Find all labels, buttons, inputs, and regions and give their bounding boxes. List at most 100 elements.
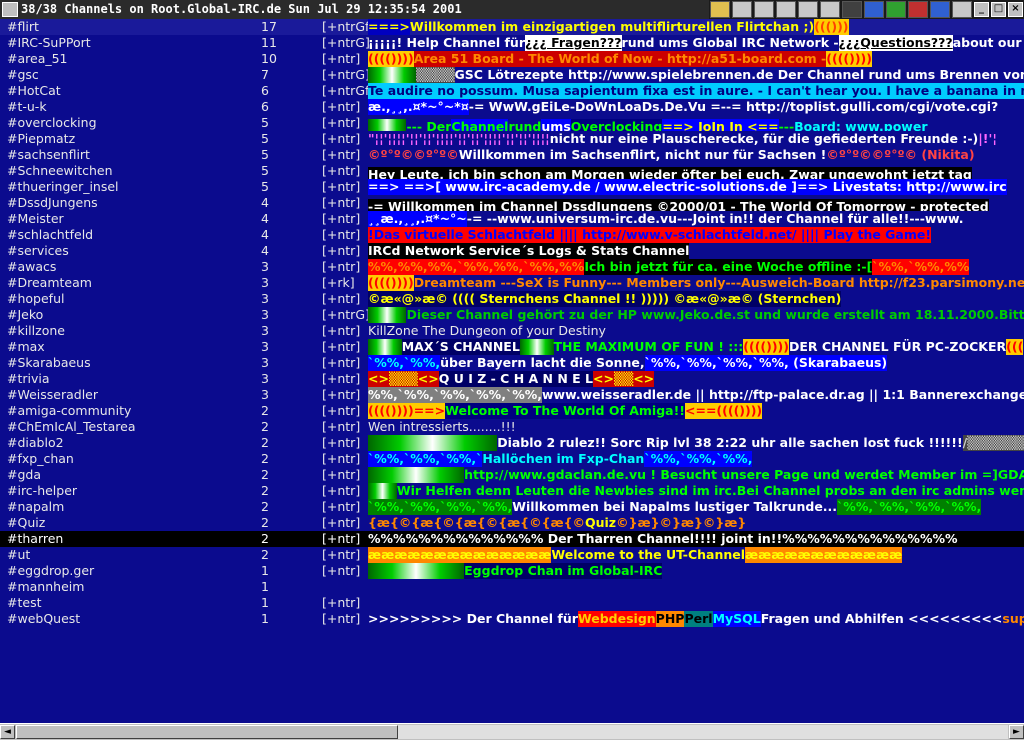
channel-row[interactable]: #ut 2 [+ntr] ææææææææææææææ Welcome to the … (0, 547, 1024, 563)
user-count: 3 (261, 323, 269, 338)
channel-name: #sachsenflirt (7, 147, 90, 162)
close-button[interactable]: × (1008, 2, 1023, 17)
channel-row[interactable]: #amiga-community 2 [+ntr] (((())))==> Welco… (0, 403, 1024, 419)
window-icon[interactable] (952, 1, 972, 18)
channel-row[interactable]: #irc-helper 2 [+ntr] ▒▒▒ Wir Helfen denn Le… (0, 483, 1024, 499)
channel-row[interactable]: #test 1 [+ntr] (0, 595, 1024, 611)
channel-row[interactable]: #Schneewitchen 5 [+ntr] Hey Leute, ich bin… (0, 163, 1024, 179)
channel-row[interactable]: #HotCat 6 [+ntrGf] Te audire no possum. Mu… (0, 83, 1024, 99)
topic-segment: ©}æ}©}æ}©}æ} (616, 515, 747, 530)
title-bar[interactable]: 38/38 Channels on Root.Global-IRC.de Sun… (0, 0, 1024, 19)
user-count: 3 (261, 291, 269, 306)
topic-segment: ▒▒▒▒ (416, 67, 455, 83)
channel-topic (368, 579, 1024, 595)
channel-modes: [+rk] (322, 275, 355, 290)
user-count: 17 (261, 19, 277, 34)
user-count: 3 (261, 259, 269, 274)
edit-icon[interactable] (820, 1, 840, 18)
topic-segment: rund (508, 119, 542, 131)
maximize-button[interactable]: □ (991, 2, 1006, 17)
channel-modes: [+ntr] (322, 435, 361, 450)
channel-row[interactable]: #DssdJungens 4 [+ntr] -= Willkommen im Cha… (0, 195, 1024, 211)
channel-row[interactable]: #schlachtfeld 4 [+ntr] !Das virtuelle Schla… (0, 227, 1024, 243)
topic-segment: |!'¦ (978, 131, 997, 146)
topic-segment: MySQL (712, 611, 761, 627)
topic-segment: IRCd Network Service´s Logs & Stats Chan… (368, 243, 690, 259)
channel-row[interactable]: #mannheim 1 (0, 579, 1024, 595)
check-icon[interactable] (754, 1, 774, 18)
channel-row[interactable]: #ChEmIcAl_Testarea 2 [+ntr] Wen intressiert… (0, 419, 1024, 435)
scroll-thumb[interactable] (16, 725, 398, 739)
excel-icon[interactable] (886, 1, 906, 18)
topic-segment: Area 51 Board - The World of Now - http:… (413, 51, 827, 67)
channel-topic: [▒▒▒ MAX´S CHANNEL ▒▒▒] THE MAXIMUM OF F… (368, 339, 1024, 355)
channel-row[interactable]: #webQuest 1 [+ntr] >>>>>>>>> Der Channel f… (0, 611, 1024, 627)
channel-row[interactable]: #awacs 3 [+ntr] %%,%%,%%,`%%,%%,`%%,%%Ich b… (0, 259, 1024, 275)
channel-row[interactable]: #Quiz 2 [+ntr] {æ{©{æ{©{æ{©{æ{©{æ{© Quiz ©}… (0, 515, 1024, 531)
channel-row[interactable]: #killzone 3 [+ntr] KillZone The Dungeon of … (0, 323, 1024, 339)
scroll-left-arrow-icon[interactable]: ◄ (0, 725, 15, 739)
topic-segment: ▒▒▒▒▒ (368, 67, 417, 83)
channel-row[interactable]: #thueringer_insel 5 [+ntr] ==> ==>[ www.ir… (0, 179, 1024, 195)
channel-row[interactable]: #fxp_chan 2 [+ntr] `%%,`%%,`%%,` Hallöchen … (0, 451, 1024, 467)
channel-modes: [+ntr] (322, 147, 361, 162)
channel-row[interactable]: #napalm 2 [+ntr] `%%,`%%,`%%,`%%, Willkomme… (0, 499, 1024, 515)
topic-segment: Willkommen im einzigartigen multiflirtur… (409, 19, 815, 34)
channel-topic: KillZone The Dungeon of your Destiny (368, 323, 1024, 339)
channel-row[interactable]: #Meister 4 [+ntr] ¸¸æ.,¸¸,.¤*~°~ -= --www.… (0, 211, 1024, 227)
channel-row[interactable]: #Piepmatz 5 [+ntr] "¦¦'¦¦¦¦'¦¦'¦¦'¦¦¦¦'¦¦'¦… (0, 131, 1024, 147)
channel-row[interactable]: #Skarabaeus 3 [+ntr] `%%,`%%, über Bayern l… (0, 355, 1024, 371)
list-icon[interactable] (776, 1, 796, 18)
channel-row[interactable]: #services 4 [+ntr] IRCd Network Service´s … (0, 243, 1024, 259)
channel-row[interactable]: #Dreamteam 3 [+rk] (((()))) Dreamteam ---Se… (0, 275, 1024, 291)
channel-row[interactable]: #tharren 2 [+ntr] %%%%%%%%%%%%%% Der Tharre… (0, 531, 1024, 547)
topic-segment: `%%,`%%,`%%, (644, 451, 753, 467)
horizontal-scrollbar[interactable]: ◄ ► (0, 723, 1024, 740)
user-count: 4 (261, 227, 269, 242)
channel-row[interactable]: #Weisseradler 3 [+ntr] %%,`%%,`%%,`%%,`%%, … (0, 387, 1024, 403)
document-icon[interactable] (798, 1, 818, 18)
user-count: 3 (261, 355, 269, 370)
channel-row[interactable]: #gda 2 [+ntr] ▒▒▒▒▒▒▒▒▒▒ http://www.gdaclan… (0, 467, 1024, 483)
topic-segment: Willkommen im Sachsenflirt, nicht nur fü… (458, 147, 827, 162)
channel-modes: [+ntr] (322, 595, 361, 610)
explorer-icon[interactable] (908, 1, 928, 18)
chart-icon[interactable] (842, 1, 862, 18)
scroll-track[interactable] (398, 725, 1008, 739)
topic-segment: ums (541, 119, 571, 131)
channel-row[interactable]: #flirt 17 [+ntrGf] ===> Willkommen im einzi… (0, 19, 1024, 35)
word-icon[interactable] (864, 1, 884, 18)
channel-row[interactable]: #overclocking 5 [+ntr] ▒▒▒▒ --- Der Channel… (0, 115, 1024, 131)
channel-row[interactable]: #area_51 10 [+ntr] (((()))) Area 51 Board -… (0, 51, 1024, 67)
system-menu-icon[interactable] (2, 2, 18, 17)
topic-segment: (((()))) (743, 339, 789, 355)
channel-row[interactable]: #sachsenflirt 5 [+ntr] ©º°º©©º°º© Willkomme… (0, 147, 1024, 163)
channel-name: #mannheim (7, 579, 85, 594)
channel-topic: ©æ«@»æ© (((( Sternchens Channel !! )))))… (368, 291, 1024, 307)
channel-modes: [+ntr] (322, 371, 361, 386)
channel-row[interactable]: #IRC-SuPPort 11 [+ntrG] ¡¡¡¡¡! Help Channel… (0, 35, 1024, 51)
channel-row[interactable]: #gsc7[+ntrG]▒▒▒▒▒▒▒▒▒ GSC Lötrezepte htt… (0, 67, 1024, 83)
folder-icon[interactable] (710, 1, 730, 18)
topic-segment: Willkommen bei Napalms lustiger Talkrund… (512, 499, 838, 514)
topic-segment: [▒▒▒ (368, 339, 402, 355)
channel-modes: [+ntrG] (322, 67, 370, 82)
topic-segment: Quiz (584, 515, 617, 530)
channel-modes: [+ntr] (322, 291, 361, 306)
channel-topic: ▒▒▒ Wir Helfen denn Leuten die Newbies s… (368, 483, 1024, 499)
channel-row[interactable]: #t-u-k 6 [+ntr] æ.,¸¸,.¤*~°~*¤ -= WwW.gEiL… (0, 99, 1024, 115)
channel-row[interactable]: #diablo2 2 [+ntr] ▒▒▒▒▒▒▒▒▒▒▒▒▒\ Diablo 2 r… (0, 435, 1024, 451)
channel-name: #thueringer_insel (7, 179, 119, 194)
minimize-button[interactable]: _ (974, 2, 989, 17)
scroll-right-arrow-icon[interactable]: ► (1009, 725, 1024, 739)
channel-row[interactable]: #trivia 3 [+ntr] <>▒▒▒<> Q U I Z - C H A N … (0, 371, 1024, 387)
channel-row[interactable]: #Jeko 3 [+ntrG]▒▒▒▒Dieser Channel gehört z… (0, 307, 1024, 323)
channel-row[interactable]: #eggdrop.ger 1 [+ntr] ▒▒▒▒▒▒▒▒▒▒ Eggdrop Ch… (0, 563, 1024, 579)
channel-modes: [+ntr] (322, 131, 361, 146)
monitor-icon[interactable] (930, 1, 950, 18)
grid-icon[interactable] (732, 1, 752, 18)
channel-name: #gsc (7, 67, 39, 82)
channel-name: #Schneewitchen (7, 163, 113, 178)
channel-row[interactable]: #hopeful 3 [+ntr] ©æ«@»æ© (((( Sternchens … (0, 291, 1024, 307)
channel-row[interactable]: #max 3 [+ntr] [▒▒▒ MAX´S CHANNEL ▒▒▒] THE M… (0, 339, 1024, 355)
